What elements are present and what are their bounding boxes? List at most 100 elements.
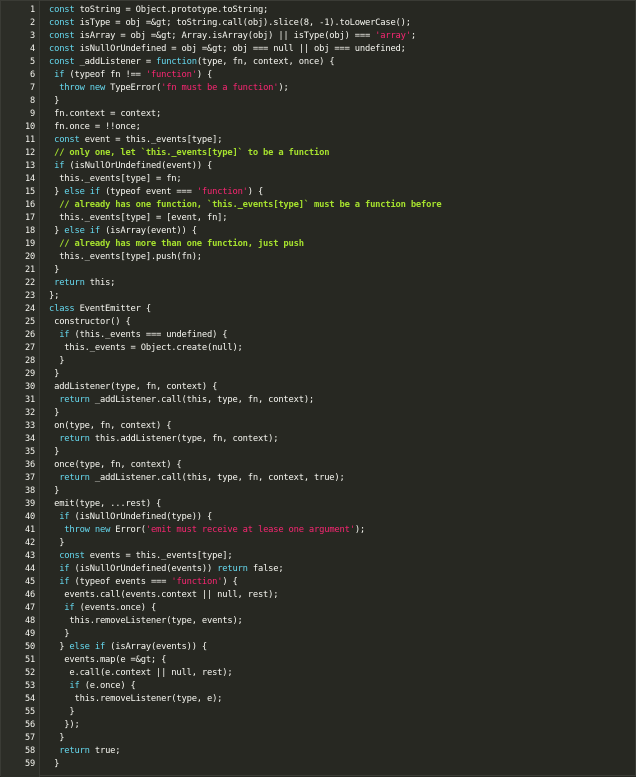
code-line[interactable]: 11 const event = this._events[type]; xyxy=(1,134,636,147)
code-line[interactable]: 5 const _addListener = function(type, fn,… xyxy=(1,56,636,69)
code-line[interactable]: 38 } xyxy=(1,485,636,498)
line-number: 53 xyxy=(25,681,35,691)
code-line[interactable]: 12 // only one, let `this._events[type]`… xyxy=(1,147,636,160)
code-line[interactable]: 20 this._events[type].push(fn); xyxy=(1,251,636,264)
code-token: this._events[type] = [event, fn]; xyxy=(49,213,228,223)
code-line[interactable]: 32 } xyxy=(1,407,636,420)
code-line[interactable]: 14 this._events[type] = fn; xyxy=(1,173,636,186)
code-line[interactable]: 13 if (isNullOrUndefined(event)) { xyxy=(1,160,636,173)
code-line[interactable]: 33 on(type, fn, context) { xyxy=(1,420,636,433)
line-number: 38 xyxy=(25,486,35,496)
code-line[interactable]: 17 this._events[type] = [event, fn]; xyxy=(1,212,636,225)
line-number: 59 xyxy=(25,759,35,769)
code-token: isNullOrUndefined = obj =&gt; obj === nu… xyxy=(74,44,406,54)
code-line[interactable]: 2 const isType = obj =&gt; toString.call(… xyxy=(1,17,636,30)
line-number: 15 xyxy=(25,187,35,197)
code-line[interactable]: 43 const events = this._events[type]; xyxy=(1,550,636,563)
code-line[interactable]: 1 const toString = Object.prototype.toStr… xyxy=(1,4,636,17)
code-line[interactable]: 44 if (isNullOrUndefined(events)) return… xyxy=(1,563,636,576)
code-line[interactable]: 26 if (this._events === undefined) { xyxy=(1,329,636,342)
code-line[interactable]: 57 } xyxy=(1,732,636,745)
code-line[interactable]: 8 } xyxy=(1,95,636,108)
code-line[interactable]: 54 this.removeListener(type, e); xyxy=(1,693,636,706)
code-line[interactable]: 37 return _addListener.call(this, type, … xyxy=(1,472,636,485)
code-token: ); xyxy=(278,83,289,93)
code-line[interactable]: 22 return this; xyxy=(1,277,636,290)
line-number: 7 xyxy=(30,83,35,93)
keyword-token: const xyxy=(49,5,75,15)
code-line[interactable]: 40 if (isNullOrUndefined(type)) { xyxy=(1,511,636,524)
code-line[interactable]: 36 once(type, fn, context) { xyxy=(1,459,636,472)
line-number: 31 xyxy=(25,395,35,405)
comment-token: // already has one function, `this._even… xyxy=(59,200,442,210)
code-line[interactable]: 23}; xyxy=(1,290,636,303)
code-line[interactable]: 19 // already has more than one function… xyxy=(1,238,636,251)
code-line[interactable]: 50 } else if (isArray(events)) { xyxy=(1,641,636,654)
keyword-token: return xyxy=(59,473,90,483)
code-lines[interactable]: 1 const toString = Object.prototype.toStr… xyxy=(1,4,636,771)
code-token: this; xyxy=(84,278,116,288)
code-line[interactable]: 16 // already has one function, `this._e… xyxy=(1,199,636,212)
keyword-token: if xyxy=(59,512,70,522)
code-text: return _addListener.call(this, type, fn,… xyxy=(49,394,314,407)
code-line[interactable]: 52 e.call(e.context || null, rest); xyxy=(1,667,636,680)
code-line[interactable]: 42 } xyxy=(1,537,636,550)
keyword-token: else if xyxy=(69,642,106,652)
code-line[interactable]: 46 events.call(events.context || null, r… xyxy=(1,589,636,602)
code-line[interactable]: 25 constructor() { xyxy=(1,316,636,329)
code-text: if (isNullOrUndefined(events)) return fa… xyxy=(49,563,283,576)
code-line[interactable]: 27 this._events = Object.create(null); xyxy=(1,342,636,355)
code-line[interactable]: 15 } else if (typeof event === 'function… xyxy=(1,186,636,199)
code-text: this._events[type].push(fn); xyxy=(49,251,202,264)
code-line[interactable]: 34 return this.addListener(type, fn, con… xyxy=(1,433,636,446)
line-number: 35 xyxy=(25,447,35,457)
code-token: (typeof fn !== xyxy=(64,70,146,80)
code-text: emit(type, ...rest) { xyxy=(49,498,161,511)
code-line[interactable]: 47 if (events.once) { xyxy=(1,602,636,615)
code-line[interactable]: 56 }); xyxy=(1,719,636,732)
code-editor[interactable]: 1 const toString = Object.prototype.toStr… xyxy=(0,0,636,777)
code-line[interactable]: 9 fn.context = context; xyxy=(1,108,636,121)
code-line[interactable]: 30 addListener(type, fn, context) { xyxy=(1,381,636,394)
code-line[interactable]: 59 } xyxy=(1,758,636,771)
code-token: this.removeListener(type, events); xyxy=(49,616,243,626)
code-line[interactable]: 41 throw new Error('emit must receive at… xyxy=(1,524,636,537)
code-text: this._events[type] = fn; xyxy=(49,173,182,186)
code-text: events.call(events.context || null, rest… xyxy=(49,589,278,602)
code-line[interactable]: 6 if (typeof fn !== 'function') { xyxy=(1,69,636,82)
code-line[interactable]: 3 const isArray = obj =&gt; Array.isArray… xyxy=(1,30,636,43)
code-token: (typeof events === xyxy=(69,577,172,587)
code-line[interactable]: 31 return _addListener.call(this, type, … xyxy=(1,394,636,407)
code-line[interactable]: 21 } xyxy=(1,264,636,277)
code-line[interactable]: 4 const isNullOrUndefined = obj =&gt; obj… xyxy=(1,43,636,56)
keyword-token: const xyxy=(49,57,75,67)
code-token: (isNullOrUndefined(events)) xyxy=(69,564,218,574)
code-line[interactable]: 35 } xyxy=(1,446,636,459)
code-token: } xyxy=(49,226,65,236)
code-text: this.removeListener(type, e); xyxy=(49,693,222,706)
code-line[interactable]: 58 return true; xyxy=(1,745,636,758)
comment-token: // only one, let `this._events[type]` to… xyxy=(54,148,330,158)
code-line[interactable]: 45 if (typeof events === 'function') { xyxy=(1,576,636,589)
code-line[interactable]: 18 } else if (isArray(event)) { xyxy=(1,225,636,238)
keyword-token: if xyxy=(59,564,70,574)
code-line[interactable]: 49 } xyxy=(1,628,636,641)
code-text: return _addListener.call(this, type, fn,… xyxy=(49,472,345,485)
code-text: on(type, fn, context) { xyxy=(49,420,171,433)
code-text: return this; xyxy=(49,277,115,290)
code-line[interactable]: 24 class EventEmitter { xyxy=(1,303,636,316)
code-line[interactable]: 10 fn.once = !!once; xyxy=(1,121,636,134)
code-line[interactable]: 48 this.removeListener(type, events); xyxy=(1,615,636,628)
code-line[interactable]: 53 if (e.once) { xyxy=(1,680,636,693)
code-line[interactable]: 7 throw new TypeError('fn must be a func… xyxy=(1,82,636,95)
code-line[interactable]: 28 } xyxy=(1,355,636,368)
code-line[interactable]: 39 emit(type, ...rest) { xyxy=(1,498,636,511)
code-line[interactable]: 51 events.map(e =&gt; { xyxy=(1,654,636,667)
code-token: } xyxy=(49,538,65,548)
code-line[interactable]: 29 } xyxy=(1,368,636,381)
string-token: 'function' xyxy=(196,187,248,197)
code-line[interactable]: 55 } xyxy=(1,706,636,719)
